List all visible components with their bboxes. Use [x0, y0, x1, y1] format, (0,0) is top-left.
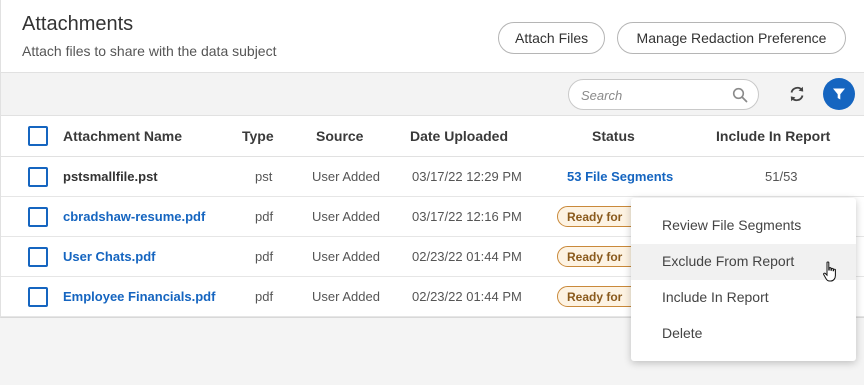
attachment-type: pst	[255, 169, 273, 184]
column-include-in-report[interactable]: Include In Report	[716, 128, 830, 144]
attachment-name: pstsmallfile.pst	[63, 169, 158, 184]
search-box[interactable]	[568, 79, 759, 110]
row-checkbox[interactable]	[28, 247, 48, 267]
file-segments-link[interactable]: 53 File Segments	[567, 169, 673, 184]
refresh-icon[interactable]	[786, 83, 808, 105]
attachment-source: User Added	[312, 249, 380, 264]
attachment-source: User Added	[312, 289, 380, 304]
attachment-type: pdf	[255, 289, 274, 304]
attachment-type: pdf	[255, 209, 274, 224]
search-icon	[732, 87, 748, 103]
column-date-uploaded[interactable]: Date Uploaded	[410, 128, 508, 144]
attachment-type: pdf	[255, 249, 274, 264]
filter-icon	[833, 88, 845, 100]
column-type[interactable]: Type	[242, 128, 274, 144]
filter-button[interactable]	[823, 78, 855, 110]
column-attachment-name[interactable]: Attachment Name	[63, 128, 182, 144]
hand-pointer-cursor-icon	[822, 261, 840, 288]
row-checkbox[interactable]	[28, 207, 48, 227]
attachment-name-link[interactable]: User Chats.pdf	[63, 249, 155, 264]
table-row[interactable]: pstsmallfile.pst pst User Added 03/17/22…	[1, 157, 864, 197]
attachment-date: 02/23/22 01:44 PM	[412, 289, 522, 304]
attachment-name-link[interactable]: Employee Financials.pdf	[63, 289, 215, 304]
page-subtitle: Attach files to share with the data subj…	[22, 43, 277, 59]
manage-redaction-preference-button[interactable]: Manage Redaction Preference	[617, 22, 846, 54]
attach-files-button[interactable]: Attach Files	[498, 22, 605, 54]
menu-item-delete[interactable]: Delete	[631, 316, 856, 352]
column-status[interactable]: Status	[592, 128, 635, 144]
attachment-source: User Added	[312, 169, 380, 184]
table-toolbar	[1, 73, 864, 116]
attachment-date: 03/17/22 12:29 PM	[412, 169, 522, 184]
row-checkbox[interactable]	[28, 287, 48, 307]
menu-item-review-file-segments[interactable]: Review File Segments	[631, 208, 856, 244]
attachment-date: 02/23/22 01:44 PM	[412, 249, 522, 264]
panel-header: Attachments Attach files to share with t…	[1, 0, 864, 73]
select-all-checkbox[interactable]	[28, 126, 48, 146]
attachment-date: 03/17/22 12:16 PM	[412, 209, 522, 224]
table-header: Attachment Name Type Source Date Uploade…	[1, 116, 864, 157]
column-source[interactable]: Source	[316, 128, 363, 144]
attachment-source: User Added	[312, 209, 380, 224]
include-in-report-count: 51/53	[765, 169, 798, 184]
search-input[interactable]	[581, 85, 731, 105]
page-title: Attachments	[22, 13, 134, 35]
row-checkbox[interactable]	[28, 167, 48, 187]
attachment-name-link[interactable]: cbradshaw-resume.pdf	[63, 209, 205, 224]
